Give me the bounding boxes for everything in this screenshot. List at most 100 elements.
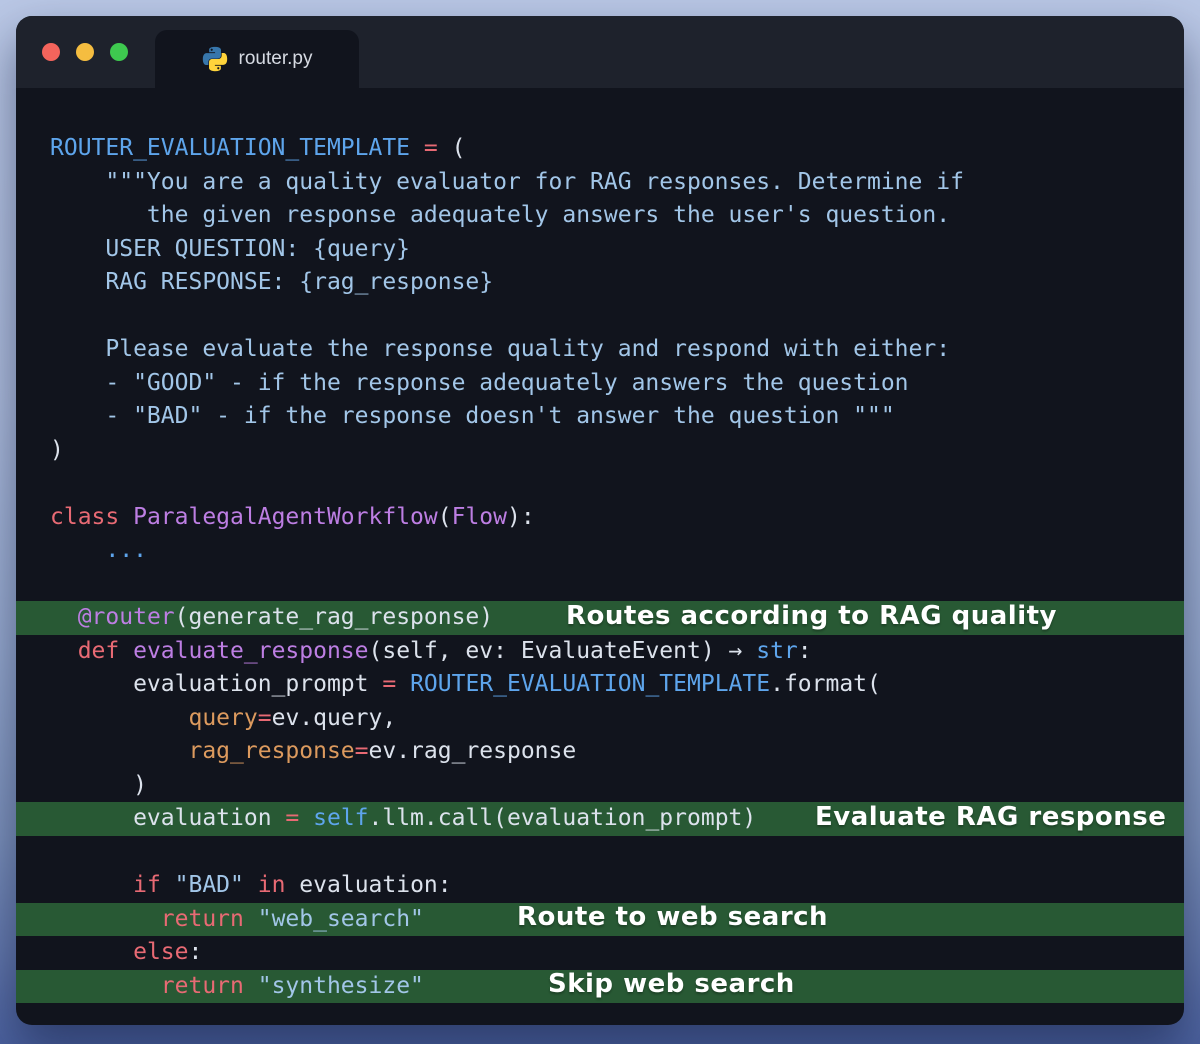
token-str: "BAD" xyxy=(174,872,244,898)
token-fg xyxy=(50,705,188,731)
token-kw: class xyxy=(50,503,134,530)
token-kw: in xyxy=(257,872,286,898)
code-text: query=ev.query, xyxy=(16,705,396,731)
code-text: - "BAD" - if the response doesn't answer… xyxy=(16,403,895,429)
token-kw: return xyxy=(160,972,258,999)
code-editor: ROUTER_EVALUATION_TEMPLATE = ( """You ar… xyxy=(16,88,1184,1003)
token-str: "web_search" xyxy=(257,905,424,932)
token-fg: .llm.call(evaluation_prompt) xyxy=(368,805,757,831)
token-fg: evaluation: xyxy=(285,872,452,898)
token-fg: evaluation xyxy=(50,805,286,831)
token-kw: = xyxy=(354,738,369,764)
code-line: ) xyxy=(16,434,1184,468)
token-str: the given response adequately answers th… xyxy=(50,202,951,228)
code-line: ROUTER_EVALUATION_TEMPLATE = ( xyxy=(16,132,1184,166)
code-line: ) xyxy=(16,769,1184,803)
token-fg: evaluation_prompt xyxy=(50,671,383,697)
code-text: Please evaluate the response quality and… xyxy=(16,336,950,362)
tab-router-py[interactable]: router.py xyxy=(155,30,359,88)
token-fg: ) xyxy=(50,771,147,798)
code-text: RAG RESPONSE: {rag_response} xyxy=(16,269,493,295)
token-arg: query xyxy=(188,704,258,731)
code-text: ROUTER_EVALUATION_TEMPLATE = ( xyxy=(16,135,465,161)
code-text: @router(generate_rag_response) xyxy=(16,604,493,630)
code-line: USER QUESTION: {query} xyxy=(16,233,1184,267)
code-line xyxy=(16,836,1184,870)
code-annotation: Skip web search xyxy=(548,969,795,1000)
token-fn: evaluate_response xyxy=(133,637,369,664)
code-line: - "BAD" - if the response doesn't answer… xyxy=(16,400,1184,434)
traffic-lights xyxy=(42,43,128,61)
token-fn: ParalegalAgentWorkflow xyxy=(133,503,438,530)
code-text: ) xyxy=(16,437,64,463)
editor-window: router.py ROUTER_EVALUATION_TEMPLATE = (… xyxy=(16,16,1184,1025)
token-fg: ev.query, xyxy=(271,704,397,731)
token-fn: @router xyxy=(77,604,175,630)
code-line: ... xyxy=(16,534,1184,568)
python-icon xyxy=(202,46,228,72)
code-annotation: Route to web search xyxy=(517,902,829,933)
title-bar: router.py xyxy=(16,16,1184,88)
code-line: evaluation_prompt = ROUTER_EVALUATION_TE… xyxy=(16,668,1184,702)
token-arg: rag_response xyxy=(188,738,355,764)
code-annotation: Routes according to RAG quality xyxy=(566,600,1057,631)
token-fg: : xyxy=(797,637,812,664)
token-kw: = xyxy=(285,805,300,831)
code-text: rag_response=ev.rag_response xyxy=(16,738,576,764)
tab-title: router.py xyxy=(238,48,313,69)
code-line-highlighted: evaluation = self.llm.call(evaluation_pr… xyxy=(16,802,1184,836)
minimize-button[interactable] xyxy=(76,43,94,61)
token-fg xyxy=(50,738,188,764)
token-kw: = xyxy=(382,671,397,697)
token-kw: if xyxy=(133,872,175,898)
token-var: str xyxy=(756,637,798,664)
token-fg xyxy=(50,939,133,965)
code-line-highlighted: return "synthesize" Skip web search xyxy=(16,969,1184,1003)
token-str: "synthesize" xyxy=(257,972,424,999)
token-str: USER QUESTION: {query} xyxy=(50,235,411,262)
token-fg xyxy=(50,973,161,999)
token-fg xyxy=(396,671,410,697)
code-line xyxy=(16,467,1184,501)
token-kw: = xyxy=(257,704,272,731)
token-str: RAG RESPONSE: {rag_response} xyxy=(50,269,494,295)
token-kw: return xyxy=(160,905,258,932)
code-line: rag_response=ev.rag_response xyxy=(16,735,1184,769)
code-line: query=ev.query, xyxy=(16,702,1184,736)
code-text: evaluation_prompt = ROUTER_EVALUATION_TE… xyxy=(16,671,881,697)
code-text: """You are a quality evaluator for RAG r… xyxy=(16,169,964,195)
token-kw: else xyxy=(133,939,189,965)
code-line-highlighted: @router(generate_rag_response) Routes acc… xyxy=(16,601,1184,635)
token-var: self xyxy=(313,805,369,831)
token-str: Please evaluate the response quality and… xyxy=(50,336,951,362)
maximize-button[interactable] xyxy=(110,43,128,61)
token-fg xyxy=(50,638,78,664)
token-str: - "BAD" - if the response doesn't answer… xyxy=(50,403,895,429)
token-kw: = xyxy=(423,135,438,161)
code-line: if "BAD" in evaluation: xyxy=(16,869,1184,903)
code-line: class ParalegalAgentWorkflow(Flow): xyxy=(16,501,1184,535)
token-fg: ) xyxy=(50,436,64,463)
code-text: if "BAD" in evaluation: xyxy=(16,872,452,898)
token-fg: .format( xyxy=(770,671,881,697)
code-line: """You are a quality evaluator for RAG r… xyxy=(16,166,1184,200)
code-text: - "GOOD" - if the response adequately an… xyxy=(16,369,909,396)
code-annotation: Evaluate RAG response xyxy=(815,801,1167,832)
code-text: return "web_search" xyxy=(16,906,424,932)
close-button[interactable] xyxy=(42,43,60,61)
code-text: return "synthesize" xyxy=(16,973,424,999)
token-fg: (self, ev: EvaluateEvent) → xyxy=(368,637,757,664)
token-str: - "GOOD" - if the response adequately an… xyxy=(50,369,909,396)
code-text: ) xyxy=(16,772,147,798)
token-fg xyxy=(50,906,161,932)
code-text: class ParalegalAgentWorkflow(Flow): xyxy=(16,504,535,530)
token-fg: : xyxy=(188,939,203,965)
code-text: ... xyxy=(16,537,147,563)
token-fg xyxy=(299,805,313,831)
token-fg xyxy=(410,135,424,161)
token-var: ... xyxy=(50,537,147,563)
